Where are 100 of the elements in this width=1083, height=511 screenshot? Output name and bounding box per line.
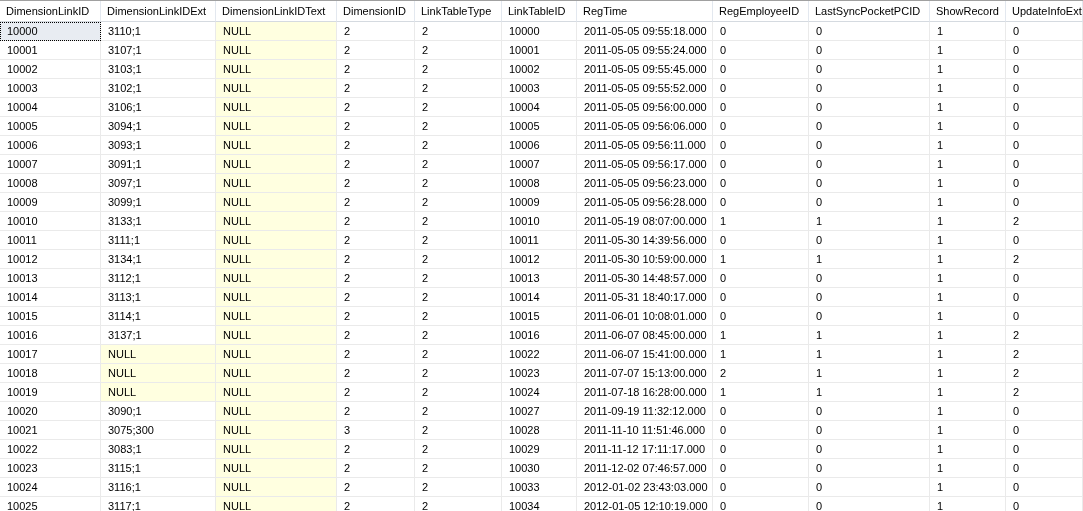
table-cell: 10024 <box>0 478 101 497</box>
column-header[interactable]: DimensionLinkID <box>0 1 101 22</box>
table-cell: 10015 <box>0 307 101 326</box>
table-cell: 10011 <box>0 231 101 250</box>
table-cell: 0 <box>1006 98 1083 117</box>
table-cell: 0 <box>809 269 930 288</box>
table-cell: 10003 <box>0 79 101 98</box>
table-cell: 0 <box>809 497 930 511</box>
table-cell: 2 <box>337 250 415 269</box>
table-cell: 1 <box>809 212 930 231</box>
table-cell: 0 <box>1006 402 1083 421</box>
table-cell: 0 <box>1006 231 1083 250</box>
table-cell: 2 <box>415 421 502 440</box>
table-cell: 0 <box>713 459 809 478</box>
table-cell: 10003 <box>502 79 577 98</box>
table-cell: NULL <box>216 402 337 421</box>
table-cell: 2011-05-05 09:56:28.000 <box>577 193 713 212</box>
table-cell: 2011-07-18 16:28:00.000 <box>577 383 713 402</box>
table-cell: 0 <box>1006 421 1083 440</box>
table-cell: 2 <box>415 345 502 364</box>
table-cell: 2 <box>337 231 415 250</box>
table-cell: NULL <box>216 117 337 136</box>
table-cell: 2 <box>415 174 502 193</box>
table-cell: 2 <box>337 307 415 326</box>
table-cell: 10000 <box>502 22 577 41</box>
table-cell: 2 <box>415 22 502 41</box>
table-cell: 0 <box>1006 497 1083 511</box>
table-cell: 10014 <box>0 288 101 307</box>
table-cell: 0 <box>1006 155 1083 174</box>
table-cell: 0 <box>713 307 809 326</box>
table-cell: 2011-05-05 09:55:18.000 <box>577 22 713 41</box>
table-cell: 1 <box>713 383 809 402</box>
table-cell: 0 <box>809 41 930 60</box>
table-cell: 2 <box>337 402 415 421</box>
table-cell: NULL <box>216 193 337 212</box>
table-cell: 2 <box>337 136 415 155</box>
table-cell: 0 <box>809 440 930 459</box>
table-cell: 2 <box>415 288 502 307</box>
table-cell: 0 <box>1006 440 1083 459</box>
table-cell: 2011-05-05 09:56:06.000 <box>577 117 713 136</box>
table-cell: 0 <box>809 231 930 250</box>
table-cell: 2011-06-01 10:08:01.000 <box>577 307 713 326</box>
table-cell: 1 <box>930 231 1006 250</box>
column-header[interactable]: LinkTableType <box>415 1 502 22</box>
column-header[interactable]: LastSyncPocketPCID <box>809 1 930 22</box>
table-cell: 1 <box>930 117 1006 136</box>
table-cell: 1 <box>809 383 930 402</box>
table-cell: NULL <box>216 288 337 307</box>
column-header[interactable]: LinkTableID <box>502 1 577 22</box>
table-cell: 0 <box>809 174 930 193</box>
table-cell: 2 <box>415 193 502 212</box>
column-header[interactable]: ShowRecord <box>930 1 1006 22</box>
table-cell: 0 <box>713 288 809 307</box>
table-cell: 0 <box>1006 478 1083 497</box>
table-cell: NULL <box>216 22 337 41</box>
table-cell: 2 <box>1006 345 1083 364</box>
table-cell: 0 <box>713 193 809 212</box>
table-cell: 0 <box>809 193 930 212</box>
table-cell: 10014 <box>502 288 577 307</box>
table-cell: 0 <box>713 231 809 250</box>
table-cell: NULL <box>216 459 337 478</box>
table-cell: 0 <box>809 307 930 326</box>
table-cell: 0 <box>713 60 809 79</box>
table-cell: 10030 <box>502 459 577 478</box>
table-cell: 1 <box>930 497 1006 511</box>
column-header[interactable]: UpdateInfoExt <box>1006 1 1083 22</box>
column-header[interactable]: RegTime <box>577 1 713 22</box>
column-header[interactable]: RegEmployeeID <box>713 1 809 22</box>
table-cell: 10033 <box>502 478 577 497</box>
column-header[interactable]: DimensionLinkIDText <box>216 1 337 22</box>
table-cell: 10013 <box>502 269 577 288</box>
table-cell: 0 <box>713 41 809 60</box>
table-cell: 0 <box>809 117 930 136</box>
table-cell: 2 <box>415 212 502 231</box>
table-cell: 10004 <box>502 98 577 117</box>
table-cell: 2 <box>713 364 809 383</box>
table-cell: 2 <box>415 383 502 402</box>
table-cell: 10016 <box>0 326 101 345</box>
table-cell: 2 <box>337 478 415 497</box>
table-cell: 2011-12-02 07:46:57.000 <box>577 459 713 478</box>
table-cell: 10009 <box>0 193 101 212</box>
table-cell: NULL <box>216 478 337 497</box>
table-cell: 2 <box>415 364 502 383</box>
table-cell: NULL <box>216 155 337 174</box>
table-cell: 2011-05-30 10:59:00.000 <box>577 250 713 269</box>
table-cell: 1 <box>809 364 930 383</box>
table-cell: NULL <box>216 79 337 98</box>
table-cell: 10020 <box>0 402 101 421</box>
table-cell: 1 <box>930 193 1006 212</box>
table-cell: 10015 <box>502 307 577 326</box>
table-cell: 0 <box>1006 60 1083 79</box>
table-cell: 0 <box>713 98 809 117</box>
table-cell: 10001 <box>502 41 577 60</box>
table-cell: 1 <box>930 383 1006 402</box>
table-cell: 2 <box>415 440 502 459</box>
column-header[interactable]: DimensionID <box>337 1 415 22</box>
column-header[interactable]: DimensionLinkIDExt <box>101 1 216 22</box>
table-cell: 2011-11-10 11:51:46.000 <box>577 421 713 440</box>
table-cell: NULL <box>101 345 216 364</box>
table-cell: 1 <box>930 212 1006 231</box>
